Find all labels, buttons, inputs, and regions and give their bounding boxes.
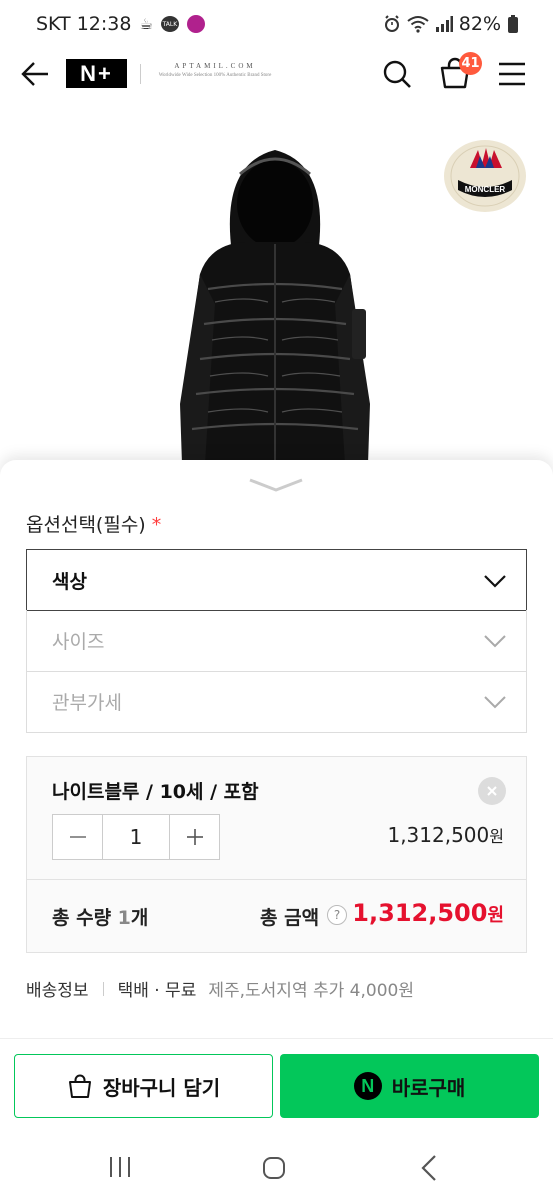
close-icon — [487, 786, 497, 796]
search-button[interactable] — [381, 58, 413, 90]
store-logo[interactable]: APTAMIL.COM Worldwide Wide Selection 100… — [150, 62, 280, 78]
shipping-extra-fee: 제주,도서지역 추가 4,000원 — [208, 981, 414, 1001]
remove-option-button[interactable] — [478, 777, 506, 805]
total-amount-label: 총 금액 — [260, 907, 320, 929]
total-qty-suffix: 개 — [130, 907, 149, 929]
shipping-label: 배송정보 — [26, 981, 89, 1001]
shipping-method: 택배 · 무료 — [117, 981, 197, 1001]
status-bar: SKT 12:38 ☕ TALK 82% — [0, 0, 553, 48]
add-to-cart-label: 장바구니 담기 — [102, 1075, 221, 1100]
help-icon[interactable]: ? — [327, 905, 347, 925]
cart-count-badge: 41 — [459, 52, 482, 75]
status-left: SKT 12:38 ☕ TALK — [36, 13, 205, 35]
signal-icon — [435, 16, 453, 32]
increase-quantity-button[interactable] — [170, 815, 219, 859]
chevron-down-icon — [484, 696, 506, 709]
chevron-down-icon — [484, 575, 506, 588]
quantity-stepper: 1 — [52, 814, 220, 860]
total-qty-prefix: 총 수량 — [52, 907, 118, 929]
product-image[interactable]: MONCLER — [0, 104, 553, 474]
home-icon — [263, 1157, 285, 1179]
app-notification-icon — [186, 15, 205, 33]
selected-option-name: 나이트블루 / 10세 / 포함 — [52, 781, 259, 803]
minus-icon — [69, 836, 86, 838]
selected-option-price: 1,312,500원 — [387, 823, 504, 847]
customs-duty-select[interactable]: 관부가세 — [26, 671, 527, 733]
carrier-time: SKT 12:38 — [36, 13, 132, 35]
total-amount-value: 1,312,500 — [352, 899, 488, 927]
total-quantity: 총 수량 1개 — [52, 903, 148, 930]
option-title-text: 옵션선택(필수) — [26, 514, 146, 536]
option-section-title: 옵션선택(필수) * — [26, 510, 161, 537]
hamburger-menu-icon — [499, 62, 525, 86]
color-select-label: 색상 — [52, 570, 87, 593]
total-amount-currency: 원 — [487, 905, 504, 926]
option-sheet: 옵션선택(필수) * 색상 사이즈 관부가세 나이트블루 / 10세 / 포함 1… — [0, 460, 553, 1040]
required-mark: * — [151, 514, 162, 536]
moncler-badge-icon: MONCLER — [444, 140, 526, 212]
sheet-handle[interactable] — [246, 476, 306, 494]
home-button[interactable] — [262, 1156, 286, 1180]
shipping-separator — [102, 981, 104, 996]
store-name: APTAMIL.COM — [174, 62, 256, 70]
battery-percent: 82% — [458, 13, 501, 35]
recent-apps-icon — [110, 1157, 130, 1177]
search-icon — [383, 60, 411, 88]
coffee-notification-icon: ☕ — [139, 14, 153, 33]
back-button[interactable] — [20, 58, 52, 90]
size-select-label: 사이즈 — [52, 631, 105, 653]
plus-icon — [186, 829, 203, 845]
battery-icon — [508, 15, 518, 33]
shipping-info: 배송정보 택배 · 무료 제주,도서지역 추가 4,000원 — [26, 976, 414, 1001]
shopping-bag-icon — [68, 1074, 91, 1098]
system-back-button[interactable] — [418, 1154, 442, 1182]
quantity-value[interactable]: 1 — [102, 815, 170, 859]
customs-duty-select-label: 관부가세 — [52, 692, 122, 714]
total-amount: 1,312,500원 — [352, 899, 504, 927]
color-select[interactable]: 색상 — [26, 549, 527, 611]
status-right: 82% — [383, 13, 519, 35]
talk-notification-icon: TALK — [160, 16, 179, 32]
recent-apps-button[interactable] — [106, 1156, 134, 1178]
alarm-icon — [384, 15, 399, 32]
buy-now-label: 바로구매 — [391, 1075, 466, 1100]
total-divider — [27, 879, 526, 880]
wifi-icon — [407, 16, 429, 33]
add-to-cart-button[interactable]: 장바구니 담기 — [14, 1054, 273, 1118]
chevron-left-icon — [421, 1155, 436, 1181]
system-navigation-bar — [0, 1130, 553, 1200]
total-qty-value: 1 — [117, 907, 131, 929]
arrow-left-icon — [21, 62, 48, 86]
menu-button[interactable] — [497, 60, 527, 88]
nplus-logo[interactable]: N+ — [66, 59, 127, 88]
selected-price-currency: 원 — [489, 827, 504, 846]
selected-option-box: 나이트블루 / 10세 / 포함 1 1,312,500원 총 수량 1개 총 … — [26, 756, 527, 953]
size-select[interactable]: 사이즈 — [26, 610, 527, 672]
app-header: N+ APTAMIL.COM Worldwide Wide Selection … — [0, 48, 553, 104]
decrease-quantity-button[interactable] — [53, 815, 102, 859]
store-tagline: Worldwide Wide Selection 100% Authentic … — [158, 73, 272, 78]
chevron-down-handle-icon — [249, 478, 303, 492]
chevron-down-icon — [484, 635, 506, 648]
naver-pay-icon: N — [353, 1072, 382, 1100]
logo-divider — [140, 64, 141, 84]
selected-price-value: 1,312,500 — [387, 823, 490, 847]
moncler-badge-text: MONCLER — [465, 185, 506, 194]
buy-now-button[interactable]: N 바로구매 — [280, 1054, 539, 1118]
purchase-action-bar: 장바구니 담기 N 바로구매 — [0, 1038, 553, 1130]
